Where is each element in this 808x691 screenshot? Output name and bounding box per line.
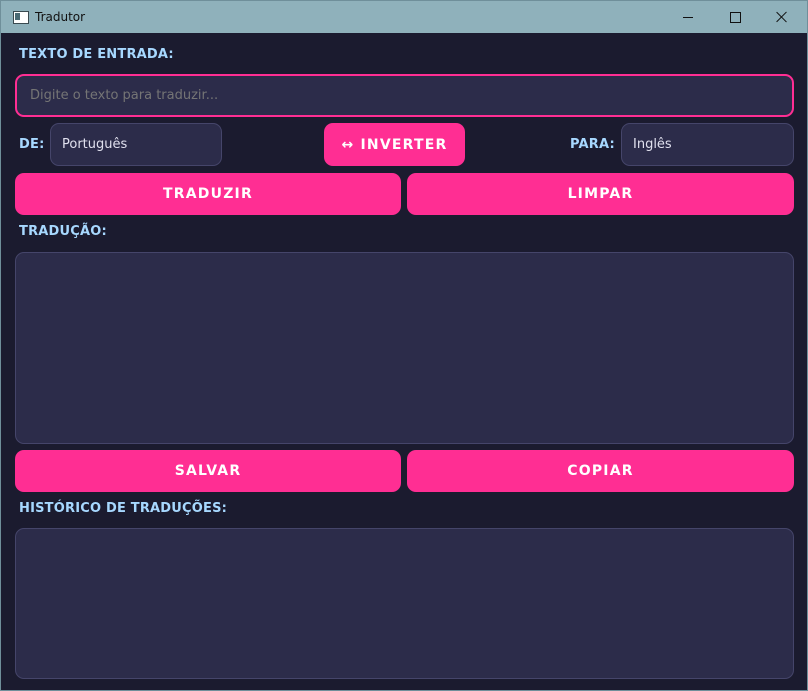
app-window: Tradutor TEXTO DE ENTRADA: DE: Português… [0,0,808,691]
history-list[interactable] [15,528,794,679]
output-text-area[interactable] [15,252,794,444]
swap-languages-button[interactable]: ↔ INVERTER [324,123,465,166]
window-title: Tradutor [35,10,86,24]
from-language-select[interactable]: Português [50,123,222,166]
app-window-icon [13,11,29,24]
close-button[interactable] [759,1,805,33]
minimize-button[interactable] [665,1,711,33]
input-label: TEXTO DE ENTRADA: [19,47,174,62]
translate-button[interactable]: TRADUZIR [15,173,401,215]
history-label: HISTÓRICO DE TRADUÇÕES: [19,501,228,516]
input-text-field[interactable] [15,74,794,117]
output-label: TRADUÇÃO: [19,224,107,239]
save-button[interactable]: SALVAR [15,450,401,492]
maximize-button[interactable] [712,1,758,33]
minimize-icon [683,16,693,18]
to-language-label: PARA: [570,137,615,152]
clear-button[interactable]: LIMPAR [407,173,794,215]
close-icon [776,11,788,23]
to-language-select[interactable]: Inglês [621,123,794,166]
copy-button[interactable]: COPIAR [407,450,794,492]
title-bar[interactable]: Tradutor [1,1,807,33]
maximize-icon [729,11,741,23]
from-language-label: DE: [19,137,45,152]
from-language-value: Português [62,137,128,152]
to-language-value: Inglês [633,137,672,152]
